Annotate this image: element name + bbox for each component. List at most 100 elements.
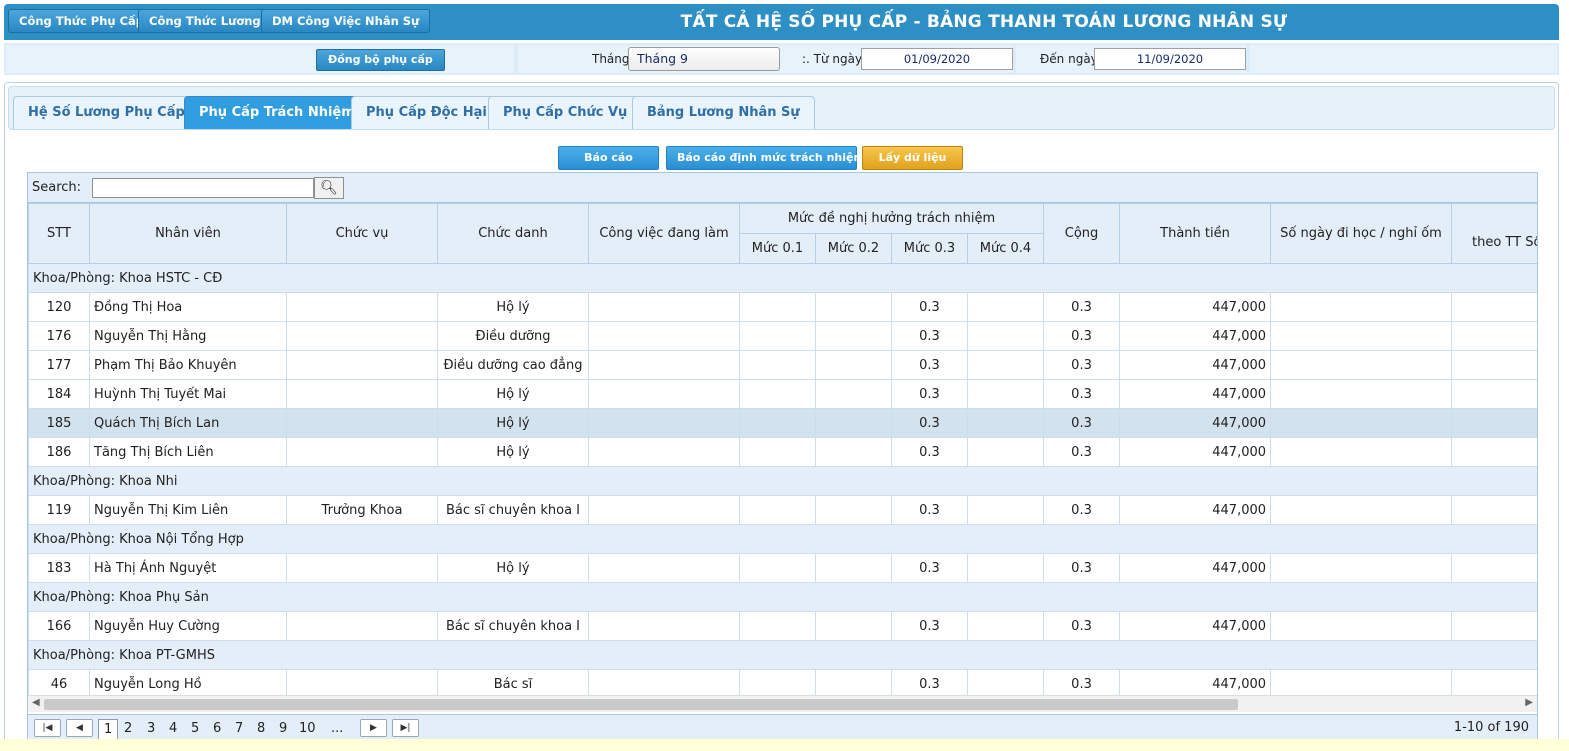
salary-formula-button[interactable]: Công Thức Lương: [138, 9, 272, 33]
col-level-01[interactable]: Mức 0.1: [739, 233, 816, 264]
cell-level-04: [966, 611, 1045, 641]
scrollbar-thumb[interactable]: [44, 699, 1238, 710]
cell-job: [588, 292, 740, 322]
cell-amount: 447,000: [1119, 437, 1272, 467]
cell-level-03: 0.3: [891, 408, 968, 438]
page-number[interactable]: 4: [169, 719, 177, 738]
col-level-group: Mức đề nghị hưởng trách nhiệm: [738, 203, 1045, 234]
tab-position-allowance[interactable]: Phụ Cấp Chức Vụ: [488, 96, 643, 129]
cell-job: [588, 379, 740, 409]
cell-days: [1270, 350, 1453, 380]
cell-title: Bác sĩ chuyên khoa I: [437, 611, 589, 641]
search-button[interactable]: 🔍︎: [314, 177, 344, 199]
cell-level-03: 0.3: [891, 350, 968, 380]
cell-level-04: [966, 321, 1045, 351]
tab-responsibility-allowance[interactable]: Phụ Cấp Trách Nhiệm: [184, 96, 370, 129]
cell-level-01: [739, 437, 816, 467]
tab-salary-coefficient[interactable]: Hệ Số Lương Phụ Cấp: [13, 96, 200, 129]
table-row[interactable]: 119 Nguyễn Thị Kim Liên Trưởng Khoa Bác sĩ …: [28, 495, 1537, 525]
table-row[interactable]: 186 Tăng Thị Bích Liên Hộ lý 0.3 0.3 447,000: [28, 437, 1537, 467]
month-select[interactable]: Tháng 9: [628, 47, 780, 71]
prev-page-button[interactable]: ◀: [66, 719, 93, 737]
page-number[interactable]: ...: [331, 719, 343, 738]
cell-total: 0.3: [1043, 350, 1121, 380]
page-number[interactable]: 8: [257, 719, 265, 738]
job-catalog-button[interactable]: DM Công Việc Nhân Sự: [261, 9, 431, 33]
col-level-04[interactable]: Mức 0.4: [966, 233, 1045, 264]
cell-stt: 183: [28, 553, 90, 583]
col-level-03[interactable]: Mức 0.3: [891, 233, 968, 264]
cell-days: [1270, 611, 1453, 641]
cell-position: [286, 292, 438, 322]
tab-hazard-allowance[interactable]: Phụ Cấp Độc Hại: [351, 96, 502, 129]
cell-stt: 176: [28, 321, 90, 351]
cell-level-04: [966, 408, 1045, 438]
cell-level-01: [739, 350, 816, 380]
cell-level-04: [966, 292, 1045, 322]
first-page-button[interactable]: |◀: [34, 719, 61, 737]
cell-amount: 447,000: [1119, 350, 1272, 380]
filter-segment: [1250, 45, 1557, 73]
table-row[interactable]: 166 Nguyễn Huy Cường Bác sĩ chuyên khoa I 0…: [28, 611, 1537, 641]
report-norm-button[interactable]: Báo cáo định mức trách nhiệm: [666, 146, 865, 170]
col-title[interactable]: Chức danh: [437, 203, 589, 264]
horizontal-scrollbar[interactable]: ◀ ▶: [28, 695, 1537, 712]
allowance-formula-button[interactable]: Công Thức Phụ Cấp: [8, 9, 156, 33]
search-label: Search:: [32, 180, 82, 195]
page-number[interactable]: 3: [147, 719, 155, 738]
cell-employee: Hà Thị Ánh Nguyệt: [89, 553, 287, 583]
report-button[interactable]: Báo cáo: [558, 146, 659, 170]
table-row[interactable]: 185 Quách Thị Bích Lan Hộ lý 0.3 0.3 447,000: [28, 408, 1537, 438]
group-row[interactable]: Khoa/Phòng: Khoa HSTC - CĐ: [28, 263, 1537, 293]
fetch-data-button[interactable]: Lấy dữ liệu: [862, 146, 963, 170]
sync-allowance-button[interactable]: Đồng bộ phụ cấp: [316, 49, 445, 71]
cell-stt: 120: [28, 292, 90, 322]
col-days[interactable]: Số ngày đi học / nghỉ ốm: [1270, 203, 1453, 264]
col-level-02[interactable]: Mức 0.2: [815, 233, 892, 264]
table-row[interactable]: 184 Huỳnh Thị Tuyết Mai Hộ lý 0.3 0.3 447,000: [28, 379, 1537, 409]
scroll-right-icon[interactable]: ▶: [1525, 697, 1533, 708]
cell-amount: 447,000: [1119, 292, 1272, 322]
group-row[interactable]: Khoa/Phòng: Khoa Phụ Sản: [28, 582, 1537, 612]
to-date-input[interactable]: 11/09/2020: [1094, 48, 1246, 70]
table-row[interactable]: 177 Phạm Thị Bảo Khuyên Điều dưỡng cao đẳn…: [28, 350, 1537, 380]
col-cut[interactable]: S theo TT Số: [1451, 203, 1537, 264]
last-page-button[interactable]: ▶|: [392, 719, 419, 737]
next-page-button[interactable]: ▶: [360, 719, 387, 737]
cell-amount: 447,000: [1119, 495, 1272, 525]
col-stt[interactable]: STT: [28, 203, 90, 264]
cell-employee: Phạm Thị Bảo Khuyên: [89, 350, 287, 380]
col-amount[interactable]: Thành tiền: [1119, 203, 1272, 264]
cell-level-02: [815, 350, 892, 380]
page-number[interactable]: 6: [213, 719, 221, 738]
cell-total: 0.3: [1043, 379, 1121, 409]
cell-days: [1270, 495, 1453, 525]
month-label: Tháng: [592, 52, 630, 66]
page-number[interactable]: 9: [279, 719, 287, 738]
col-job[interactable]: Công việc đang làm: [588, 203, 740, 264]
table-row[interactable]: 120 Đồng Thị Hoa Hộ lý 0.3 0.3 447,000: [28, 292, 1537, 322]
cell-position: [286, 379, 438, 409]
col-total[interactable]: Cộng: [1043, 203, 1121, 264]
group-row[interactable]: Khoa/Phòng: Khoa Nội Tổng Hợp: [28, 524, 1537, 554]
page-number[interactable]: 7: [235, 719, 243, 738]
from-date-input[interactable]: 01/09/2020: [861, 48, 1013, 70]
search-input[interactable]: [92, 178, 314, 198]
col-employee[interactable]: Nhân viên: [89, 203, 287, 264]
col-position[interactable]: Chức vụ: [286, 203, 438, 264]
scroll-left-icon[interactable]: ◀: [32, 697, 40, 708]
group-label: Khoa/Phòng: Khoa Nhi: [28, 466, 1537, 496]
page-number[interactable]: 2: [124, 719, 132, 738]
table-row[interactable]: 183 Hà Thị Ánh Nguyệt Hộ lý 0.3 0.3 447,000: [28, 553, 1537, 583]
group-row[interactable]: Khoa/Phòng: Khoa Nhi: [28, 466, 1537, 496]
page-number[interactable]: 5: [191, 719, 199, 738]
table-row[interactable]: 176 Nguyễn Thị Hằng Điều dưỡng 0.3 0.3 447,00…: [28, 321, 1537, 351]
page-number[interactable]: 10: [299, 719, 316, 738]
page-number[interactable]: 1: [98, 719, 119, 740]
first-page-icon: |◀: [42, 723, 53, 733]
cell-stt: 119: [28, 495, 90, 525]
cell-total: 0.3: [1043, 437, 1121, 467]
tab-payroll[interactable]: Bảng Lương Nhân Sự: [632, 96, 815, 129]
cell-amount: 447,000: [1119, 379, 1272, 409]
group-row[interactable]: Khoa/Phòng: Khoa PT-GMHS: [28, 640, 1537, 670]
